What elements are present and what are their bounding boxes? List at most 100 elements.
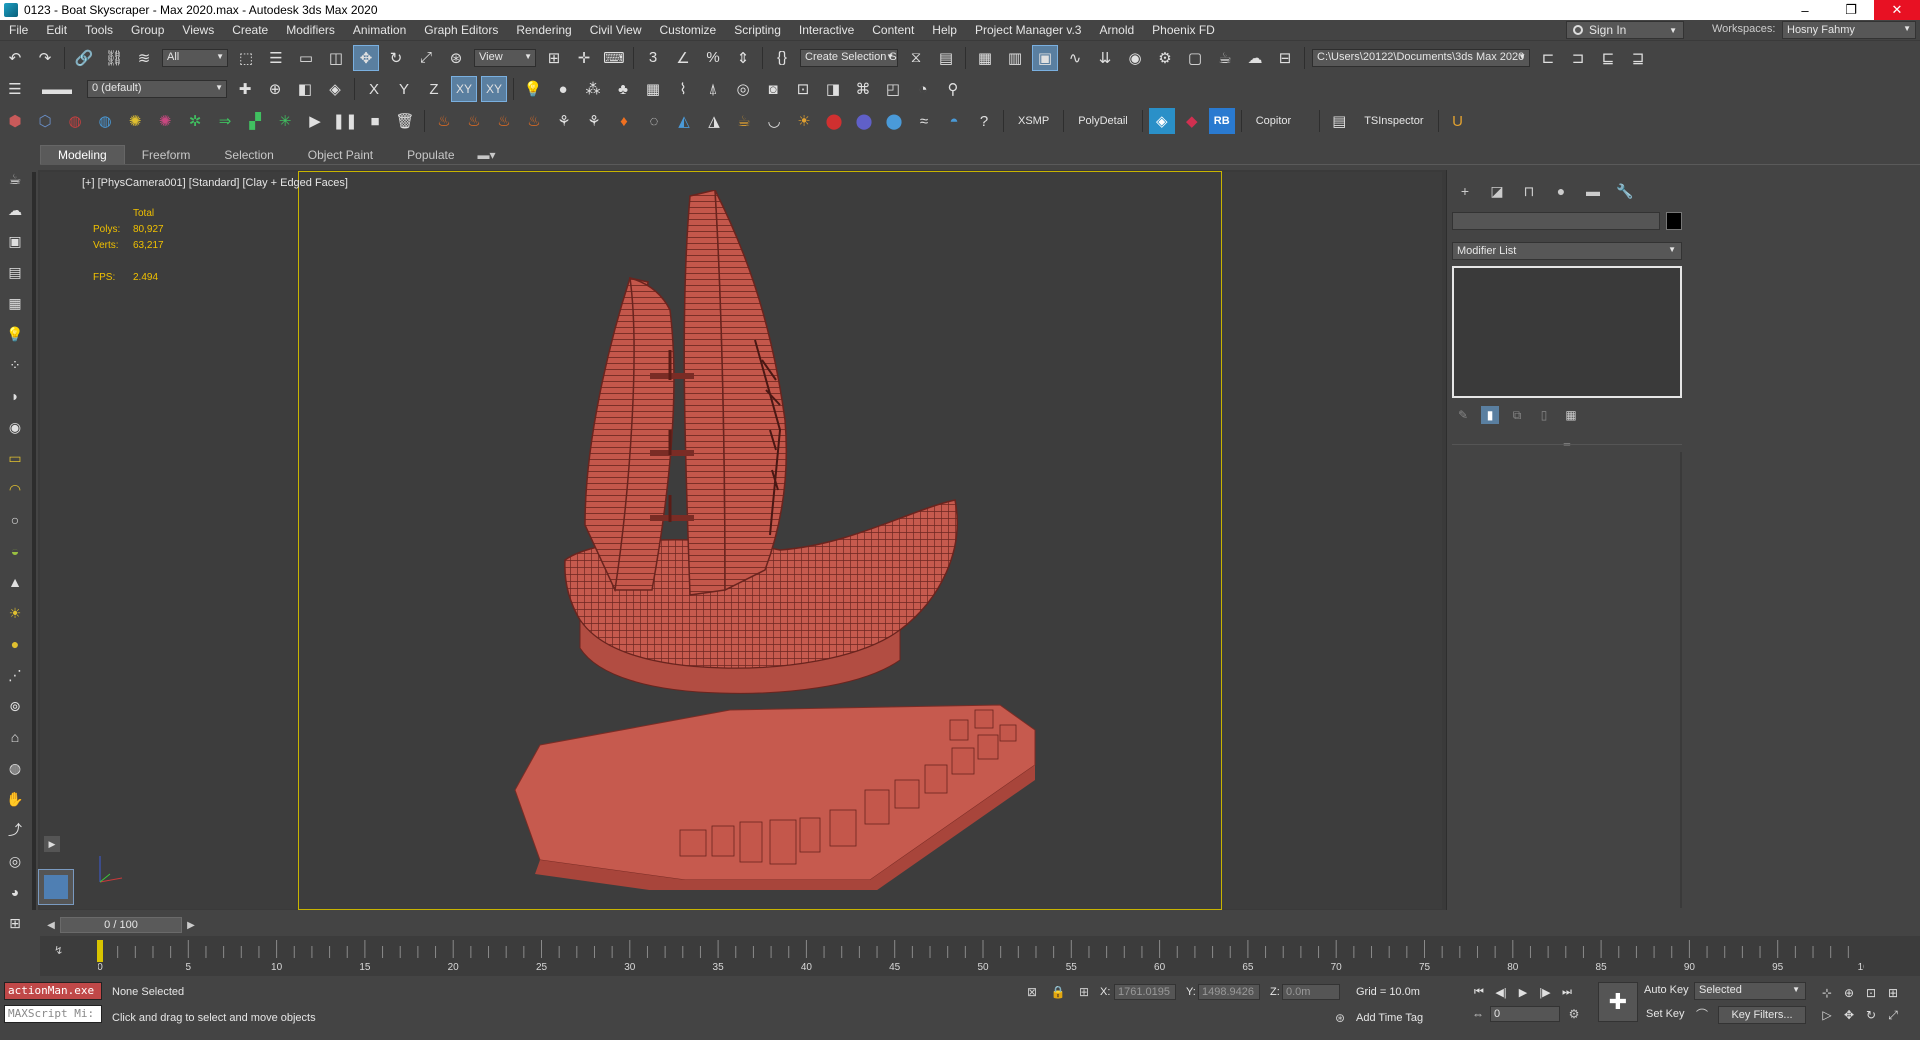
fire-icon-3[interactable]: ♨ [491,108,517,134]
bulb-icon[interactable]: ⚲ [940,76,966,102]
set-current-layer-icon[interactable]: ◈ [322,76,348,102]
object-name-field[interactable] [1452,212,1660,230]
next-frame-icon[interactable]: ▶ [184,918,198,932]
render-production-icon[interactable]: ☕ [1212,45,1238,71]
key-mode-toggle-icon[interactable]: ⇔ [1470,1006,1486,1022]
ribbon-toggle-icon[interactable]: ▥ [1002,45,1028,71]
selection-lock-icon[interactable]: 🔒 [1050,984,1066,1000]
set-key-button[interactable]: Set Key [1646,1008,1685,1020]
headphones-icon[interactable]: ◗ [4,385,26,407]
polydetail-button[interactable]: PolyDetail [1078,115,1128,127]
fire-icon-1[interactable]: ♨ [431,108,457,134]
project-manager-icon-2[interactable]: ⊑ [1595,45,1621,71]
sun-icon[interactable]: ☀ [791,108,817,134]
zoom-all-icon[interactable]: ⊕ [1838,982,1860,1004]
proxy-icon[interactable]: ⊚ [4,695,26,717]
bowl-icon[interactable]: ◡ [761,108,787,134]
go-to-end-icon[interactable]: ⏭ [1556,982,1578,1002]
y-coord-field[interactable]: 1498.9426 [1198,984,1260,1000]
add-to-layer-icon[interactable]: ⊕ [262,76,288,102]
absolute-transform-icon[interactable]: ⊞ [1076,984,1092,1000]
phoenix-icon-2[interactable]: ⚘ [581,108,607,134]
default-in-out-tangents-icon[interactable]: ⌒ [1694,1006,1710,1022]
create-layer-icon[interactable]: ✚ [232,76,258,102]
snaps-toggle-icon[interactable]: 3 [640,45,666,71]
mesh-light-icon[interactable]: ● [4,633,26,655]
u-plugin-icon[interactable]: U [1445,108,1471,134]
key-filters-button[interactable]: Key Filters... [1718,1006,1806,1024]
green-star-icon[interactable]: ✳ [272,108,298,134]
window-crossing-icon[interactable]: ◫ [323,45,349,71]
unlink-icon[interactable]: ⛓ [101,45,127,71]
rectangular-selection-icon[interactable]: ▭ [293,45,319,71]
maximize-viewport-icon[interactable]: ⤢ [1882,1004,1904,1026]
sphere-fade-icon[interactable]: ◍ [4,757,26,779]
previous-key-icon[interactable]: ◀| [1490,982,1512,1002]
isolate-selection-icon[interactable]: ⊠ [1024,984,1040,1000]
axis-constraint-x[interactable]: X [361,76,387,102]
menu-scripting[interactable]: Scripting [725,23,790,37]
select-and-scale-icon[interactable]: ⤢ [413,45,439,71]
help-icon[interactable]: ? [971,108,997,134]
open-mini-curve-editor-icon[interactable]: ↯ [54,944,63,957]
green-grid-icon[interactable]: ▞ [242,108,268,134]
trash-icon[interactable]: 🗑 [392,108,418,134]
project-manager-icon-1[interactable]: ⊐ [1565,45,1591,71]
spline-icon[interactable]: ⌇ [670,76,696,102]
menu-help[interactable]: Help [923,23,966,37]
menu-animation[interactable]: Animation [344,23,415,37]
menu-customize[interactable]: Customize [651,23,726,37]
tyflow-yellow-icon[interactable]: ✺ [122,108,148,134]
globe-icon[interactable]: ◕ [4,881,26,903]
workspace-dropdown[interactable]: Hosny Fahmy ▼ [1782,21,1916,39]
menu-arnold[interactable]: Arnold [1090,23,1143,37]
align-icon[interactable]: ▤ [933,45,959,71]
sphere-light-icon[interactable]: ○ [4,509,26,531]
play-animation-icon[interactable]: ▶ [1512,982,1534,1002]
xsmp-button[interactable]: XSMP [1018,115,1049,127]
hand-icon[interactable]: ✋ [4,788,26,810]
eye-icon[interactable]: ◔ [910,76,936,102]
tab-modeling[interactable]: Modeling [40,145,125,164]
box-icon[interactable]: ◰ [880,76,906,102]
plane-icon[interactable]: ⌂ [4,726,26,748]
light-bulb-icon[interactable]: 💡 [4,323,26,345]
create-panel-icon[interactable]: + [1452,180,1478,202]
smoke-icon[interactable]: ◌ [641,108,667,134]
menu-interactive[interactable]: Interactive [790,23,863,37]
ies-light-icon[interactable]: ◒ [4,540,26,562]
green-arrow-icon[interactable]: ⇒ [212,108,238,134]
make-unique-icon[interactable]: ⧉ [1508,406,1526,424]
select-manipulate-icon[interactable]: ✛ [571,45,597,71]
boat-skyscraper-model[interactable] [480,190,1060,890]
scripting-icon[interactable]: ⊞ [4,912,26,934]
tab-selection[interactable]: Selection [207,146,290,164]
panel-grip-icon[interactable]: ═ [1560,440,1574,449]
redo-icon[interactable]: ↷ [32,45,58,71]
drop-blue-icon[interactable]: ◍ [92,108,118,134]
hf-icon[interactable]: ⤴ [4,819,26,841]
close-button[interactable]: ✕ [1874,0,1920,20]
key-selection-dropdown[interactable]: Selected ▼ [1694,982,1806,1000]
fur-icon[interactable]: ⋰ [4,664,26,686]
axis-constraint-y[interactable]: Y [391,76,417,102]
current-frame-field[interactable]: 0 [1490,1006,1560,1022]
motion-panel-icon[interactable]: ● [1548,180,1574,202]
zoom-extents-all-icon[interactable]: ⊞ [1882,982,1904,1004]
a360-gallery-icon[interactable]: ⊟ [1272,45,1298,71]
cup-icon[interactable]: ☕ [731,108,757,134]
menu-graph-editors[interactable]: Graph Editors [415,23,507,37]
time-slider-thumb[interactable]: 0 / 100 [60,917,182,933]
cube-plugin-icon[interactable]: ◈ [1148,108,1175,134]
menu-content[interactable]: Content [863,23,923,37]
light-icon[interactable]: 💡 [520,76,546,102]
percent-snap-icon[interactable]: % [700,45,726,71]
next-key-icon[interactable]: |▶ [1534,982,1556,1002]
remove-modifier-icon[interactable]: ▯ [1535,406,1553,424]
modifier-list-dropdown[interactable]: Modifier List ▼ [1452,242,1682,260]
menu-project-manager[interactable]: Project Manager v.3 [966,23,1091,37]
time-configuration-icon[interactable]: ⚙ [1566,1006,1582,1022]
menu-phoenix-fd[interactable]: Phoenix FD [1143,23,1224,37]
flame-icon[interactable]: ♦ [611,108,637,134]
camera-icon[interactable]: ◙ [760,76,786,102]
